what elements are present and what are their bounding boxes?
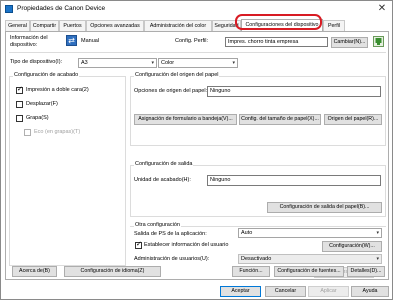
- finishing-group-title: Configuración de acabado: [13, 72, 80, 78]
- finishing-unit-field: Ninguno: [207, 175, 381, 186]
- close-icon[interactable]: ✕: [375, 2, 389, 15]
- active-tab-highlight: [235, 14, 322, 30]
- user-info-label: Establecer información del usuario: [144, 242, 229, 248]
- window-title: Propiedades de Canon Device: [17, 5, 106, 12]
- duplex-checkbox[interactable]: ✓: [16, 86, 23, 94]
- apply-button[interactable]: Aplicar: [308, 286, 349, 297]
- tray-assignment-button[interactable]: Asignación de formulario a bandeja(V)...: [134, 114, 237, 125]
- paper-output-config-button[interactable]: Configuración de salida del papel(B)...: [267, 202, 382, 213]
- tab-administracion-color[interactable]: Administración del color: [144, 20, 212, 31]
- printer-properties-window: Propiedades de Canon Device ✕ General Co…: [0, 0, 393, 300]
- chevron-down-icon: ▾: [376, 256, 379, 262]
- color-mode-value: Color: [161, 60, 175, 66]
- paper-source-options-label: Opciones de origen del papel:: [134, 88, 208, 94]
- paper-source-options-field: Ninguno: [207, 86, 381, 97]
- finishing-unit-label: Unidad de acabado(H):: [134, 177, 191, 183]
- tab-general[interactable]: General: [5, 20, 30, 31]
- paper-source-group-title: Configuración del origen del papel: [134, 72, 220, 78]
- accept-button[interactable]: Aceptar: [220, 286, 261, 297]
- about-button[interactable]: Acerca de(B): [12, 266, 57, 277]
- user-info-config-button[interactable]: Configuración(W)...: [322, 241, 382, 252]
- help-button[interactable]: Ayuda: [351, 286, 389, 297]
- staple-label: Grapa(S): [26, 115, 49, 121]
- change-profile-button[interactable]: Cambiar(N)...: [331, 37, 368, 48]
- language-config-button[interactable]: Configuración de idioma(Z): [64, 266, 161, 277]
- staple-checkbox[interactable]: [16, 115, 23, 122]
- ps-output-value: Auto: [241, 230, 253, 236]
- device-info-mode: Manual: [81, 38, 100, 44]
- font-config-button[interactable]: Configuración de fuentes...: [274, 266, 344, 277]
- user-admin-value: Desactivado: [241, 256, 272, 262]
- device-info-label-2: dispositivo:: [10, 42, 38, 48]
- chevron-down-icon: ▾: [376, 230, 379, 236]
- config-profile-label: Config. Perfil:: [175, 38, 209, 44]
- config-profile-field: Impres. chorro tinta empresa: [225, 37, 328, 47]
- divider: [9, 52, 386, 53]
- ps-output-label: Salida de PS de la aplicación:: [134, 231, 207, 237]
- printer-icon: [5, 5, 13, 13]
- sync-icon[interactable]: ⇄: [66, 35, 77, 46]
- output-group-title: Configuración de salida: [134, 161, 194, 167]
- tab-strip: General Compartir Puertos Opciones avanz…: [5, 19, 389, 31]
- device-type-label: Tipo de dispositivo(I):: [10, 59, 63, 65]
- check-icon: ✓: [17, 86, 23, 93]
- check-icon: ✓: [136, 241, 142, 248]
- tab-perfil[interactable]: Perfil: [323, 20, 345, 31]
- device-size-value: A3: [81, 60, 88, 66]
- chevron-down-icon: ▾: [232, 60, 235, 66]
- function-button[interactable]: Función...: [232, 266, 270, 277]
- eco-staple-label: Eco (en grapas)(T): [34, 129, 81, 135]
- chevron-down-icon: ▾: [151, 60, 154, 66]
- device-info-label-1: Información del: [10, 35, 48, 41]
- device-settings-panel: Información del dispositivo: ⇄ Manual Co…: [5, 31, 389, 280]
- paper-size-config-button[interactable]: Config. del tamaño de papel(X)...: [239, 114, 321, 125]
- cancel-button[interactable]: Cancelar: [265, 286, 306, 297]
- ps-output-select[interactable]: Auto ▾: [238, 228, 382, 238]
- tab-opciones-avanzadas[interactable]: Opciones avanzadas: [86, 20, 144, 31]
- user-info-checkbox[interactable]: ✓: [135, 241, 142, 249]
- other-settings-title: Otra configuración: [134, 222, 181, 228]
- help-icon[interactable]: [373, 36, 384, 47]
- details-button[interactable]: Detalles(D)...: [347, 266, 385, 277]
- tab-puertos[interactable]: Puertos: [59, 20, 86, 31]
- color-mode-select[interactable]: Color ▾: [158, 58, 238, 68]
- eco-staple-checkbox[interactable]: [24, 129, 31, 136]
- user-admin-label: Administración de usuarios(U):: [134, 256, 210, 262]
- title-bar: Propiedades de Canon Device ✕: [1, 1, 392, 17]
- device-size-select[interactable]: A3 ▾: [78, 58, 157, 68]
- paper-source-button[interactable]: Origen del papel(R)...: [324, 114, 382, 125]
- offset-label: Desplazar(F): [26, 101, 58, 107]
- duplex-label: Impresión a doble cara(2): [26, 87, 89, 93]
- offset-checkbox[interactable]: [16, 101, 23, 108]
- user-admin-select[interactable]: Desactivado ▾: [238, 254, 382, 264]
- tab-compartir[interactable]: Compartir: [30, 20, 59, 31]
